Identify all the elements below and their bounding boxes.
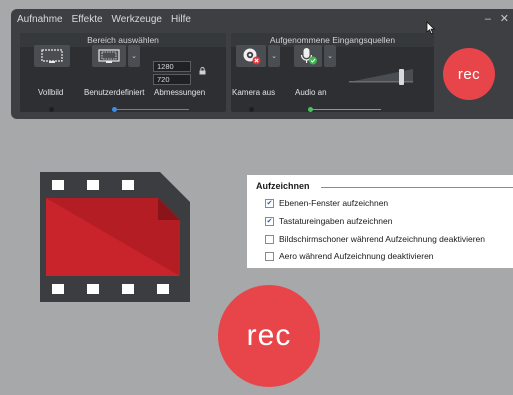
fullscreen-indicator: [49, 107, 54, 112]
checkbox-aero[interactable]: [265, 251, 274, 261]
recording-settings-panel: Aufzeichnen ✔ Ebenen-Fenster aufzeichnen…: [247, 175, 513, 268]
custom-area-label: Benutzerdefiniert: [84, 88, 145, 97]
checkbox-keystrokes[interactable]: ✔: [265, 216, 274, 226]
option-screensaver-label: Bildschirmschoner während Aufzeichnung d…: [279, 234, 486, 244]
option-layered-windows-label: Ebenen-Fenster aufzeichnen: [279, 198, 389, 208]
audio-dropdown[interactable]: ⌄: [324, 45, 336, 67]
monitor-icon: [41, 48, 63, 63]
volume-slider-handle[interactable]: [399, 69, 404, 85]
camera-indicator: [249, 107, 254, 112]
audio-button[interactable]: [294, 45, 322, 67]
menu-werkzeuge[interactable]: Werkzeuge: [112, 14, 162, 25]
menu-bar: Aufnahme Effekte Werkzeuge Hilfe: [11, 9, 513, 29]
settings-divider: [321, 187, 513, 188]
camera-label: Kamera aus: [232, 88, 276, 97]
option-aero-label: Aero während Aufzeichnung deaktivieren: [279, 251, 434, 261]
fullscreen-button[interactable]: [34, 45, 70, 67]
height-input[interactable]: 720: [153, 74, 191, 85]
menu-aufnahme[interactable]: Aufnahme: [17, 14, 63, 25]
custom-monitor-icon: [98, 48, 120, 63]
checkbox-screensaver[interactable]: [265, 234, 274, 244]
camera-dropdown[interactable]: ⌄: [268, 45, 280, 67]
option-screensaver[interactable]: Bildschirmschoner während Aufzeichnung d…: [265, 234, 485, 244]
menu-hilfe[interactable]: Hilfe: [171, 14, 191, 25]
option-keystrokes[interactable]: ✔ Tastatureingaben aufzeichnen: [265, 216, 392, 226]
select-area-slider-handle[interactable]: [112, 107, 117, 112]
settings-title: Aufzeichnen: [256, 181, 310, 191]
select-area-slider-track: [115, 109, 189, 110]
input-sources-slider-track: [311, 109, 381, 110]
camera-button[interactable]: [236, 45, 266, 67]
volume-level-meter: [349, 69, 413, 83]
record-logo: rec: [218, 285, 320, 387]
width-input[interactable]: 1280: [153, 61, 191, 72]
option-layered-windows[interactable]: ✔ Ebenen-Fenster aufzeichnen: [265, 198, 388, 208]
minimize-button[interactable]: –: [485, 13, 491, 25]
fullscreen-label: Vollbild: [38, 88, 64, 97]
option-keystrokes-label: Tastatureingaben aufzeichnen: [279, 216, 393, 226]
audio-label: Audio an: [295, 88, 327, 97]
custom-area-dropdown[interactable]: ⌄: [128, 45, 140, 67]
webcam-off-icon: [243, 48, 261, 65]
record-button[interactable]: rec: [443, 48, 495, 100]
film-strip-icon: [40, 172, 190, 302]
option-aero[interactable]: Aero während Aufzeichnung deaktivieren: [265, 251, 434, 261]
custom-area-button[interactable]: [92, 45, 126, 67]
checkbox-layered-windows[interactable]: ✔: [265, 198, 274, 208]
audio-indicator: [308, 107, 313, 112]
close-button[interactable]: ✕: [500, 12, 509, 25]
menu-effekte[interactable]: Effekte: [72, 14, 103, 25]
microphone-on-icon: [300, 48, 317, 65]
lock-icon[interactable]: [199, 67, 206, 77]
mouse-cursor-icon: [426, 21, 436, 35]
recorder-toolbar: Aufnahme Effekte Werkzeuge Hilfe – ✕ Ber…: [11, 9, 513, 119]
dimensions-label: Abmessungen: [154, 88, 206, 97]
